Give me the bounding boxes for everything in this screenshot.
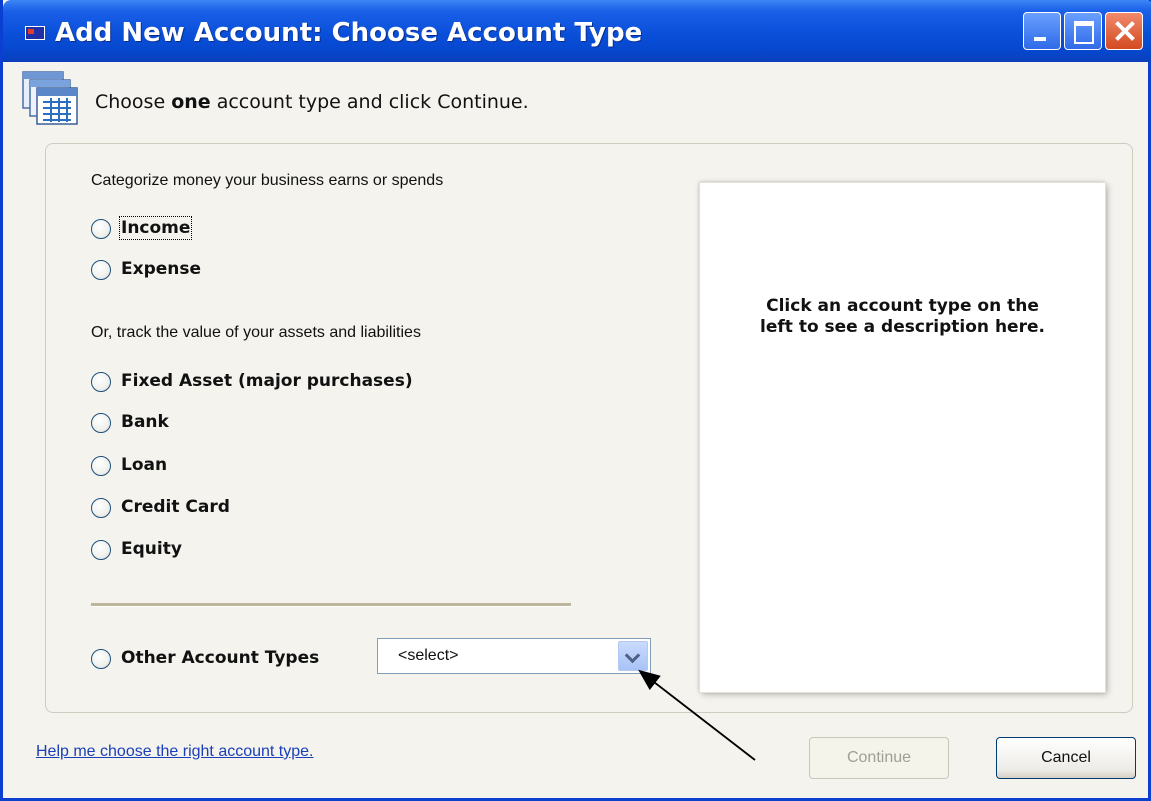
radio-label-other[interactable]: Other Account Types bbox=[121, 648, 319, 668]
earns-spends-heading: Categorize money your business earns or … bbox=[91, 172, 444, 189]
select-value: <select> bbox=[398, 647, 459, 664]
radio-button[interactable] bbox=[91, 540, 111, 560]
radio-button[interactable] bbox=[91, 413, 111, 433]
radio-label-bank[interactable]: Bank bbox=[121, 412, 169, 432]
radio-button[interactable] bbox=[91, 498, 111, 518]
other-account-type-select[interactable]: <select> bbox=[377, 638, 651, 674]
radio-label-income[interactable]: Income bbox=[118, 216, 193, 240]
radio-label-expense[interactable]: Expense bbox=[121, 259, 201, 279]
cancel-button[interactable]: Cancel bbox=[996, 737, 1136, 779]
app-icon bbox=[25, 26, 45, 40]
radio-button[interactable] bbox=[91, 372, 111, 392]
radio-button[interactable] bbox=[91, 219, 111, 239]
maximize-icon[interactable] bbox=[1064, 12, 1102, 50]
description-text: Click an account type on the left to see… bbox=[700, 296, 1105, 338]
window-title: Add New Account: Choose Account Type bbox=[55, 18, 643, 48]
assets-liabilities-heading: Or, track the value of your assets and l… bbox=[91, 324, 421, 341]
description-line: left to see a description here. bbox=[760, 317, 1045, 337]
minimize-icon[interactable] bbox=[1023, 12, 1061, 50]
account-list-icon bbox=[22, 71, 78, 125]
close-icon[interactable] bbox=[1105, 12, 1143, 50]
radio-button[interactable] bbox=[91, 649, 111, 669]
section-divider bbox=[91, 603, 571, 607]
radio-label-credit-card[interactable]: Credit Card bbox=[121, 497, 230, 517]
instruction-text: Choose one account type and click Contin… bbox=[95, 91, 529, 113]
radio-button[interactable] bbox=[91, 456, 111, 476]
dropdown-arrow-icon[interactable] bbox=[618, 641, 648, 671]
radio-button[interactable] bbox=[91, 260, 111, 280]
radio-label-loan[interactable]: Loan bbox=[121, 455, 167, 475]
title-bar[interactable]: Add New Account: Choose Account Type bbox=[3, 0, 1151, 62]
description-line: Click an account type on the bbox=[766, 296, 1039, 316]
continue-button[interactable]: Continue bbox=[809, 737, 949, 779]
radio-label-equity[interactable]: Equity bbox=[121, 539, 182, 559]
description-panel: Click an account type on the left to see… bbox=[700, 183, 1105, 692]
radio-label-fixed-asset[interactable]: Fixed Asset (major purchases) bbox=[121, 371, 413, 391]
dialog-window: Add New Account: Choose Account Type Cho… bbox=[0, 0, 1151, 801]
help-choose-link[interactable]: Help me choose the right account type. bbox=[36, 743, 314, 761]
